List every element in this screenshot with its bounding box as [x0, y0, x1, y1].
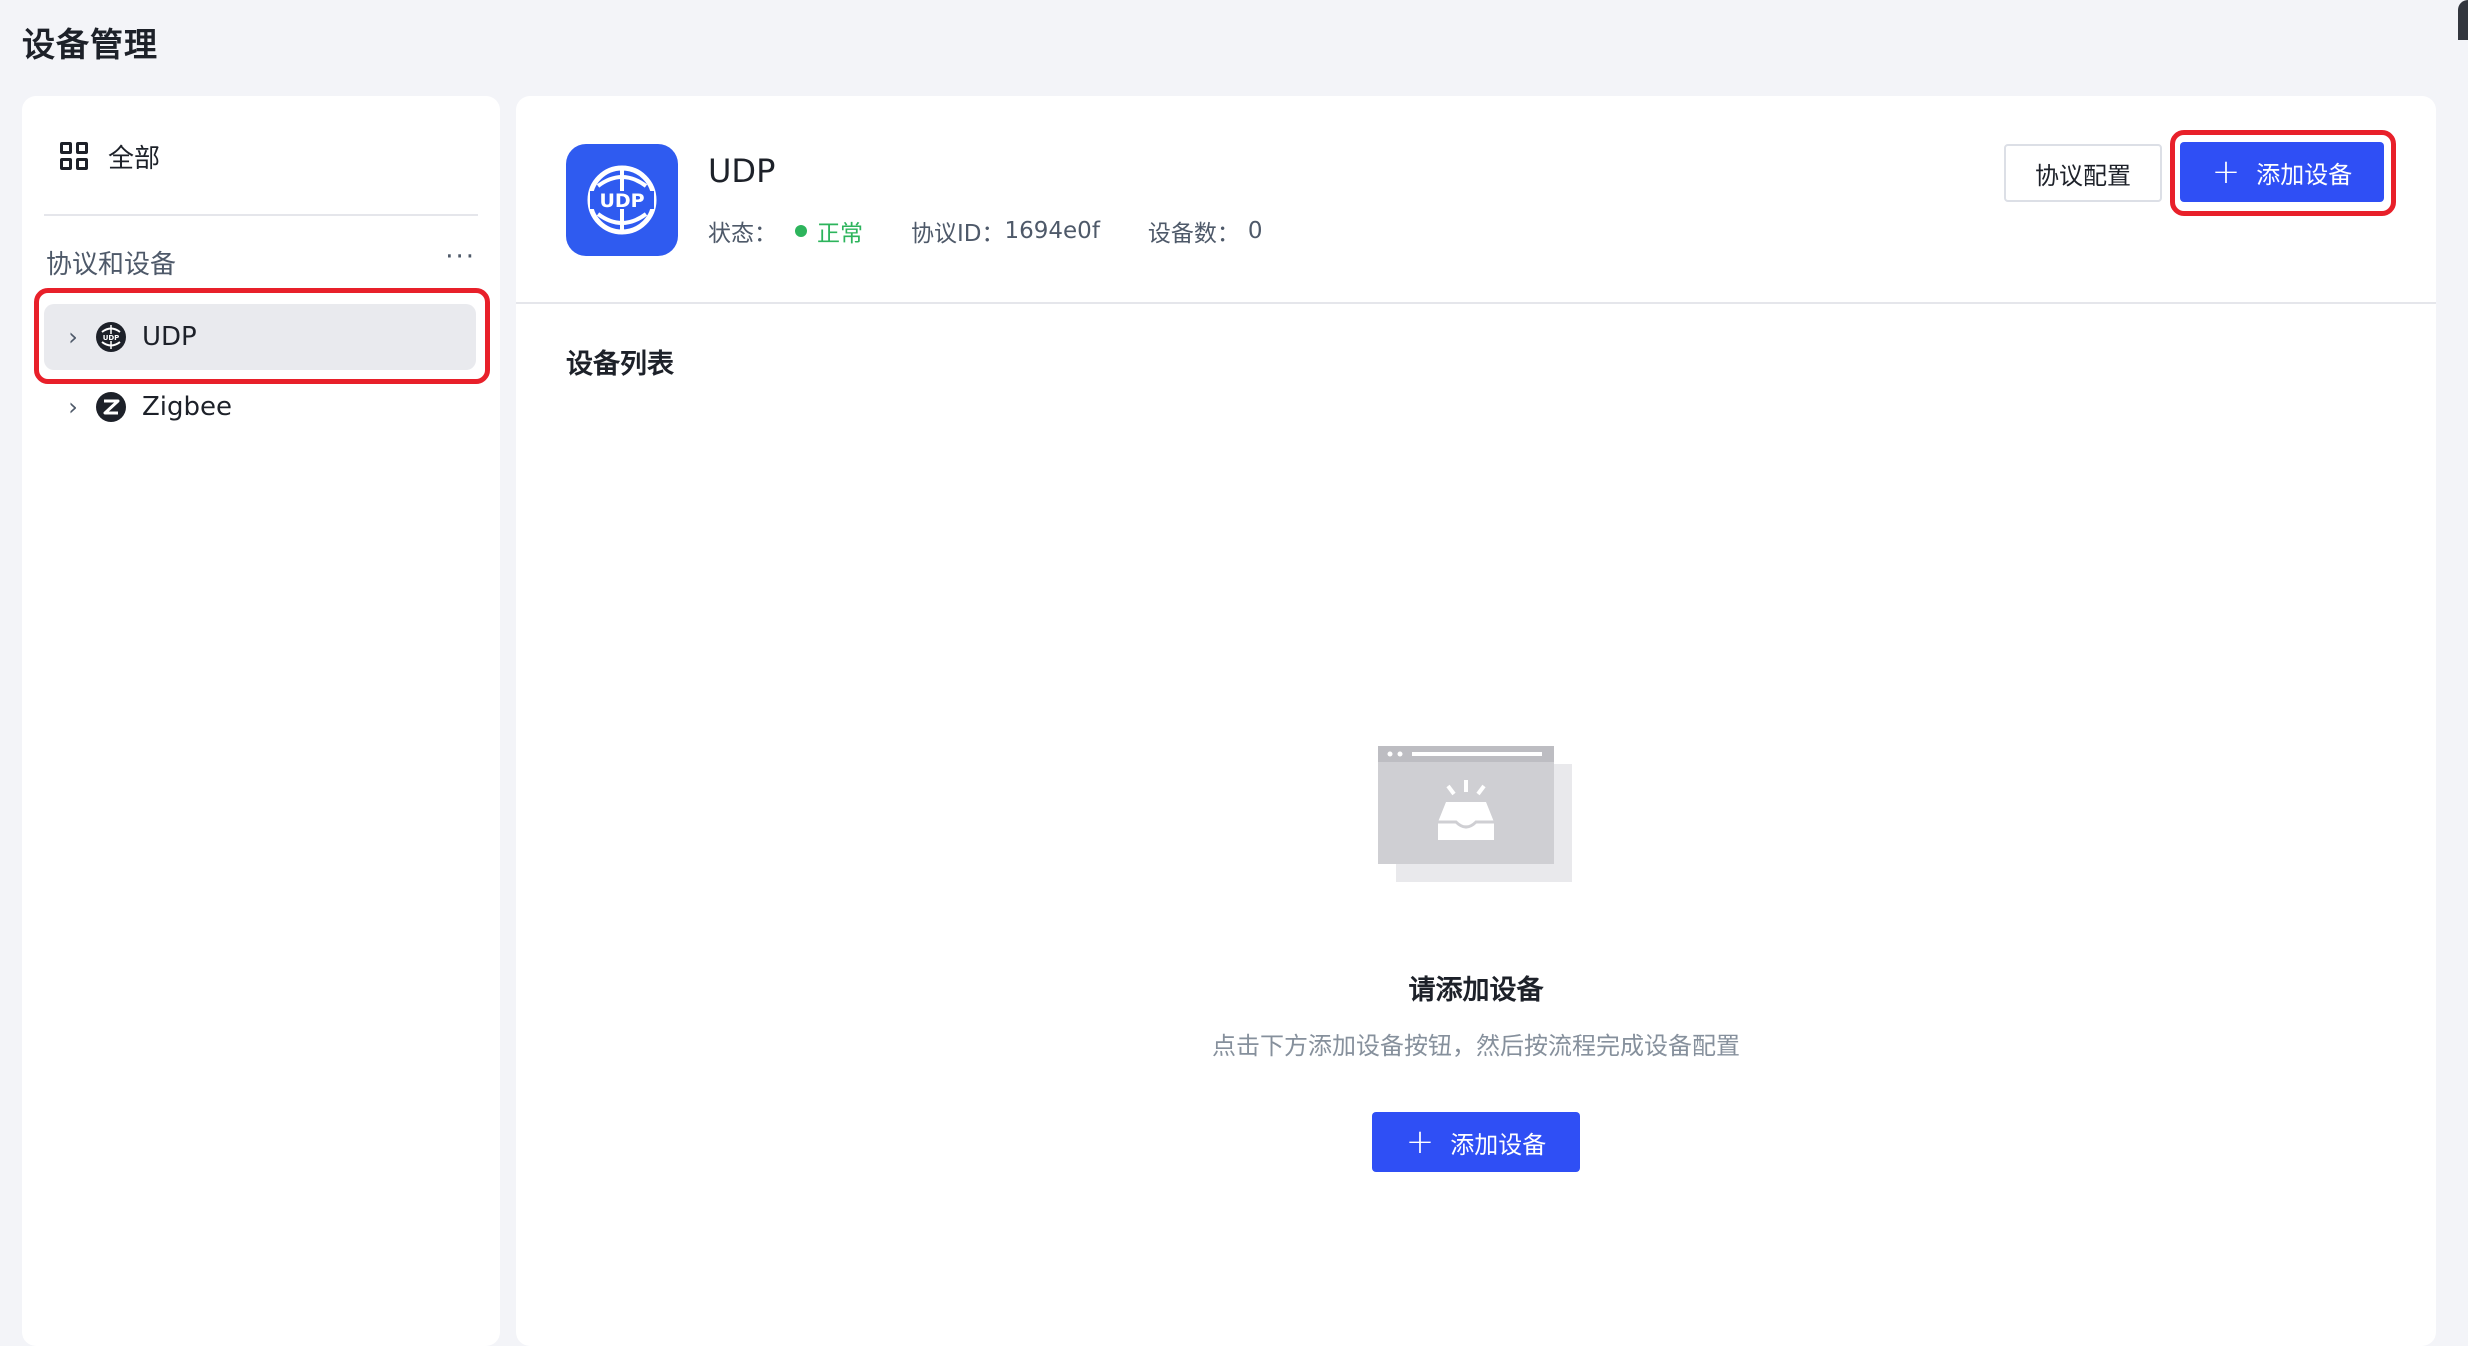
svg-text:UDP: UDP [103, 334, 120, 342]
plus-icon: + [2211, 152, 2241, 192]
device-list-title: 设备列表 [566, 349, 674, 380]
add-device-label: 添加设备 [2256, 160, 2353, 189]
protocol-config-button[interactable]: 协议配置 [2004, 144, 2162, 202]
status-dot-icon [795, 225, 807, 237]
sidebar-item-all-label: 全部 [108, 143, 161, 174]
protocol-id-value: 1694e0f [1004, 218, 1100, 244]
sidebar-item-label: Zigbee [142, 392, 233, 422]
protocol-id-label: 协议ID： [911, 221, 1005, 247]
sidebar-item-udp[interactable]: › UDP UDP [44, 304, 476, 370]
udp-globe-icon: UDP [96, 322, 126, 352]
status-label: 状态： [708, 221, 777, 247]
sidebar-divider [44, 214, 478, 216]
device-count-label: 设备数： [1147, 221, 1240, 247]
add-device-button[interactable]: + 添加设备 [2180, 142, 2384, 202]
header-divider [516, 302, 2436, 304]
chevron-right-icon[interactable]: › [60, 323, 86, 351]
sidebar-item-zigbee[interactable]: › Zigbee [44, 374, 476, 440]
protocol-name: UDP [708, 152, 776, 190]
empty-title: 请添加设备 [1408, 975, 1544, 1006]
chevron-right-icon[interactable]: › [60, 393, 86, 421]
group-title: 协议和设备 [46, 250, 177, 280]
protocol-meta: 状态： 正常 协议ID： 1694e0f 设备数： 0 [708, 214, 1263, 248]
sidebar-item-label: UDP [142, 322, 197, 352]
zigbee-icon [96, 392, 126, 422]
grid-icon [60, 142, 88, 170]
udp-logo-icon: UDP [566, 144, 678, 256]
svg-text:UDP: UDP [599, 190, 644, 212]
page-title: 设备管理 [22, 25, 158, 64]
plus-icon: + [1405, 1122, 1435, 1162]
sidebar: 全部 协议和设备 ··· › UDP UDP › Zigbee [22, 96, 500, 1346]
add-device-empty-label: 添加设备 [1450, 1130, 1547, 1159]
device-count-value: 0 [1247, 218, 1263, 244]
window-corner [2458, 0, 2468, 40]
empty-description: 点击下方添加设备按钮，然后按流程完成设备配置 [1212, 1032, 1740, 1060]
empty-inbox-icon [1378, 746, 1578, 886]
add-device-empty-button[interactable]: + 添加设备 [1372, 1112, 1580, 1172]
more-icon[interactable]: ··· [445, 242, 476, 272]
main-panel: UDP UDP 状态： 正常 协议ID： 1694e0f 设备数： 0 协议配置… [516, 96, 2436, 1346]
sidebar-item-all[interactable]: 全部 [60, 136, 160, 176]
status-value: 正常 [817, 221, 863, 247]
